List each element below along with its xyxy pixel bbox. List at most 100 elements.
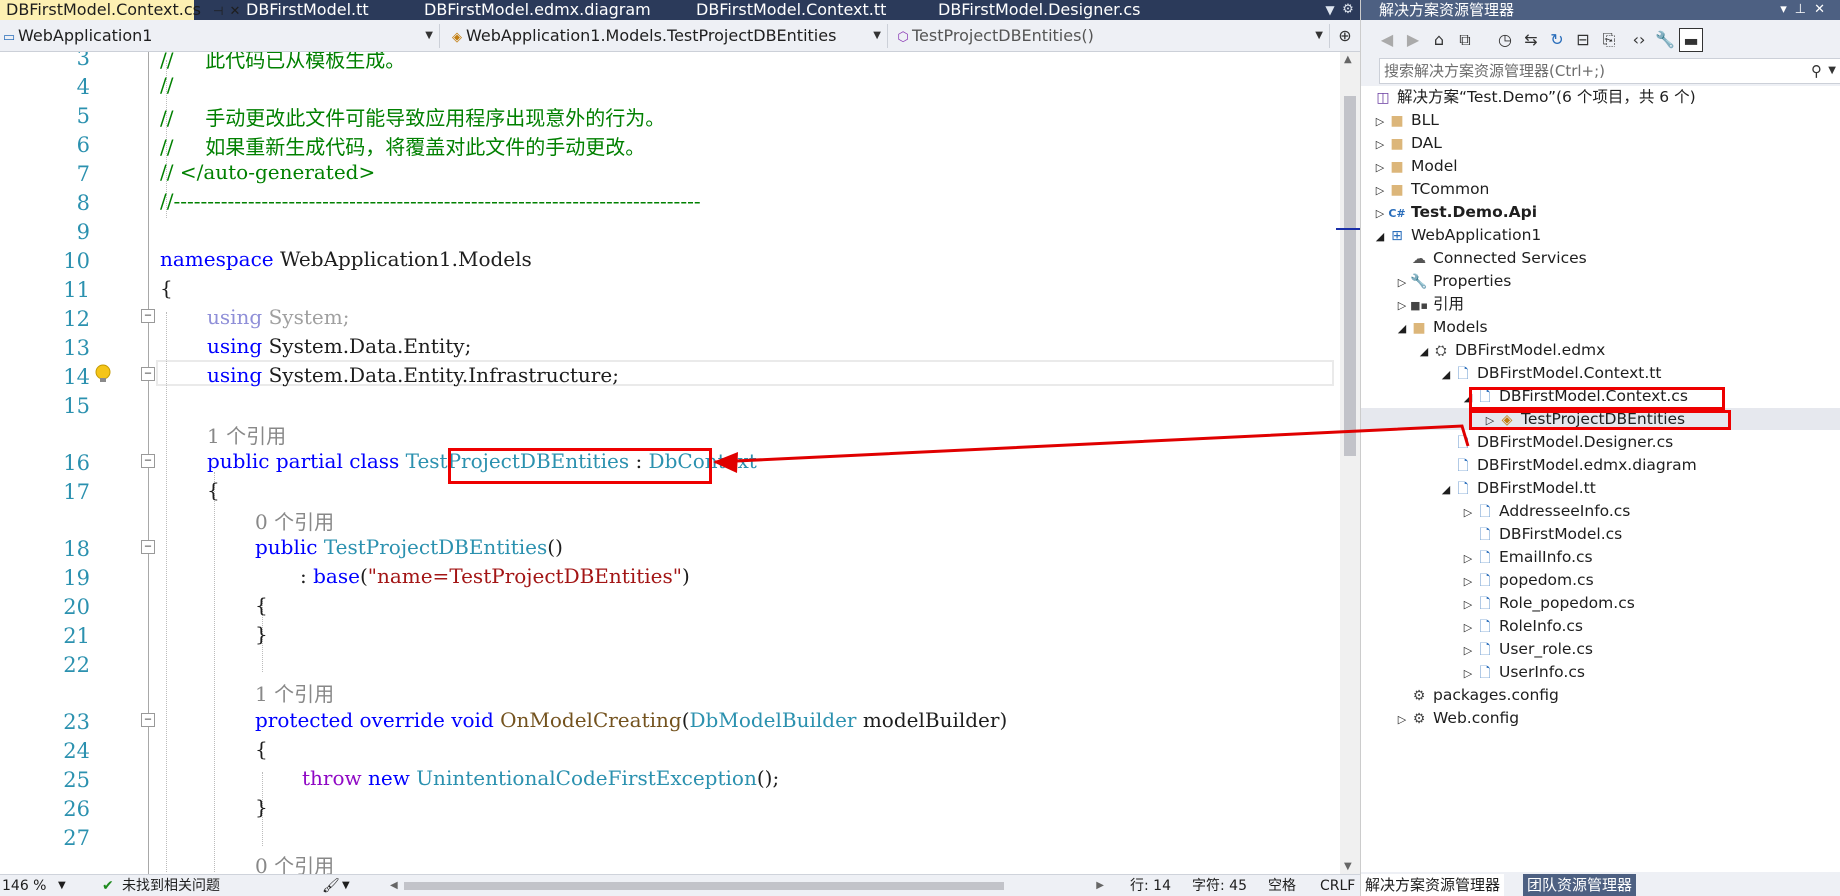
code-line[interactable]: { bbox=[255, 593, 268, 617]
expand-icon[interactable]: ▷ bbox=[1461, 640, 1475, 662]
tree-node-userinfo[interactable]: ▷ 🗋 UserInfo.cs bbox=[1461, 661, 1585, 683]
tab-dbfirstmodel-context-cs[interactable]: DBFirstModel.Context.cs ⊣ ✕ bbox=[0, 0, 240, 20]
tree-node-references[interactable]: ▷ ■▪ 引用 bbox=[1395, 293, 1464, 315]
code-line[interactable]: // 此代码已从模板生成。 bbox=[160, 52, 405, 73]
expand-icon[interactable]: ▷ bbox=[1373, 111, 1387, 133]
tab-overflow-icon[interactable]: ▼ bbox=[1322, 0, 1338, 20]
expand-icon[interactable]: ▷ bbox=[1461, 617, 1475, 639]
code-line[interactable]: // 如果重新生成代码，将覆盖对此文件的手动更改。 bbox=[160, 131, 645, 160]
collapse-icon[interactable]: ◢ bbox=[1417, 341, 1431, 363]
line-ending-indicator[interactable]: CRLF bbox=[1320, 875, 1355, 896]
tree-node-dbfirstmodel-cs[interactable]: 🗋 DBFirstModel.cs bbox=[1461, 523, 1622, 545]
code-line[interactable]: { bbox=[160, 276, 173, 300]
horizontal-scrollbar[interactable]: ◀ ▶ bbox=[390, 880, 1104, 891]
tree-node-designer-cs[interactable]: 🗋 DBFirstModel.Designer.cs bbox=[1439, 431, 1673, 453]
code-line[interactable]: namespace WebApplication1.Models bbox=[160, 247, 532, 271]
tab-solution-explorer[interactable]: 解决方案资源管理器 bbox=[1361, 874, 1505, 896]
indent-indicator[interactable]: 空格 bbox=[1268, 875, 1296, 896]
close-icon[interactable]: ✕ bbox=[229, 4, 240, 19]
scrollbar-thumb[interactable] bbox=[1344, 96, 1356, 456]
code-line[interactable]: // 手动更改此文件可能导致应用程序出现意外的行为。 bbox=[160, 102, 665, 131]
search-icon[interactable]: ⚲ bbox=[1811, 59, 1822, 83]
line-indicator[interactable]: 行: 14 bbox=[1130, 875, 1171, 896]
expand-icon[interactable]: ▷ bbox=[1373, 157, 1387, 179]
collapse-icon[interactable]: ◢ bbox=[1439, 364, 1453, 386]
code-line[interactable]: { bbox=[255, 737, 268, 761]
view-code-icon[interactable]: ‹› bbox=[1627, 28, 1651, 52]
pending-changes-icon[interactable]: ◷ bbox=[1493, 28, 1517, 52]
tree-node-popedom[interactable]: ▷ 🗋 popedom.cs bbox=[1461, 569, 1594, 591]
refresh-icon[interactable]: ↻ bbox=[1545, 28, 1569, 52]
pin-icon[interactable]: ⊣ bbox=[213, 4, 223, 18]
char-indicator[interactable]: 字符: 45 bbox=[1192, 875, 1247, 896]
scrollbar-thumb[interactable] bbox=[404, 882, 1004, 890]
fold-toggle[interactable]: − bbox=[141, 309, 155, 323]
project-dropdown[interactable]: ▭ WebApplication1 ▼ bbox=[0, 24, 440, 48]
code-line[interactable]: //--------------------------------------… bbox=[160, 189, 701, 213]
expand-icon[interactable]: ▷ bbox=[1395, 272, 1409, 294]
tree-node-user-role[interactable]: ▷ 🗋 User_role.cs bbox=[1461, 638, 1593, 660]
code-line[interactable]: // bbox=[160, 73, 173, 97]
collapse-icon[interactable]: ◢ bbox=[1395, 318, 1409, 340]
code-line[interactable]: : base("name=TestProjectDBEntities") bbox=[300, 564, 690, 588]
fold-toggle[interactable]: − bbox=[141, 540, 155, 554]
codelens-references[interactable]: 1 个引用 bbox=[207, 420, 286, 449]
expand-icon[interactable]: ▷ bbox=[1373, 203, 1387, 225]
sync-icon[interactable]: ⇆ bbox=[1519, 28, 1543, 52]
chevron-down-icon[interactable]: ▼ bbox=[1828, 59, 1836, 83]
preview-icon[interactable]: ▬ bbox=[1679, 28, 1703, 52]
chevron-down-icon[interactable]: ▼ bbox=[58, 875, 66, 896]
back-icon[interactable]: ◀ bbox=[1375, 28, 1399, 52]
codelens-references[interactable]: 0 个引用 bbox=[255, 506, 334, 535]
issues-status[interactable]: 未找到相关问题 bbox=[122, 875, 220, 896]
zoom-level[interactable]: 146 % bbox=[2, 875, 46, 896]
expand-icon[interactable]: ▷ bbox=[1461, 663, 1475, 685]
pin-icon[interactable]: ⊥ bbox=[1795, 2, 1814, 17]
tab-dbfirstmodel-tt[interactable]: DBFirstModel.tt bbox=[240, 0, 410, 20]
tree-node-context-tt[interactable]: ◢ 🗋 DBFirstModel.Context.tt bbox=[1439, 362, 1662, 386]
code-line[interactable]: { bbox=[207, 478, 220, 502]
tree-node-connected-services[interactable]: ☁ Connected Services bbox=[1395, 247, 1587, 269]
chevron-down-icon[interactable]: ▼ bbox=[342, 875, 350, 896]
tree-node-model[interactable]: ▷ ■ Model bbox=[1373, 155, 1458, 177]
expand-icon[interactable]: ▷ bbox=[1461, 548, 1475, 570]
scroll-up-icon[interactable]: ▲ bbox=[1344, 54, 1352, 65]
code-line[interactable]: // </auto-generated> bbox=[160, 160, 375, 184]
tree-node-addresseeinfo[interactable]: ▷ 🗋 AddresseeInfo.cs bbox=[1461, 500, 1631, 524]
code-line[interactable]: using System.Data.Entity; bbox=[207, 334, 471, 358]
gear-icon[interactable]: ⚙ bbox=[1340, 0, 1356, 20]
fold-toggle[interactable]: − bbox=[141, 367, 155, 381]
fold-toggle[interactable]: − bbox=[141, 713, 155, 727]
tree-node-edmx[interactable]: ◢ ⛭ DBFirstModel.edmx bbox=[1417, 339, 1606, 363]
wrench-icon[interactable]: 🔧 bbox=[1653, 28, 1677, 52]
type-dropdown[interactable]: ◈ WebApplication1.Models.TestProjectDBEnt… bbox=[448, 24, 888, 48]
tab-team-explorer[interactable]: 团队资源管理器 bbox=[1523, 874, 1637, 896]
tree-node-webapplication1[interactable]: ◢ ⊞ WebApplication1 bbox=[1373, 224, 1542, 246]
codelens-references[interactable]: 1 个引用 bbox=[255, 678, 334, 707]
tree-node-emailinfo[interactable]: ▷ 🗋 EmailInfo.cs bbox=[1461, 546, 1593, 568]
tab-dbfirstmodel-designer-cs[interactable]: DBFirstModel.Designer.cs bbox=[932, 0, 1172, 20]
tree-node-edmx-diagram[interactable]: 🗋 DBFirstModel.edmx.diagram bbox=[1439, 454, 1696, 476]
code-line[interactable]: protected override void OnModelCreating(… bbox=[255, 708, 1007, 732]
tree-node-dal[interactable]: ▷ ■ DAL bbox=[1373, 132, 1442, 154]
forward-icon[interactable]: ▶ bbox=[1401, 28, 1425, 52]
tree-node-test-demo-api[interactable]: ▷ C# Test.Demo.Api bbox=[1373, 201, 1537, 223]
tree-node-model-tt[interactable]: ◢ 🗋 DBFirstModel.tt bbox=[1439, 477, 1596, 499]
tree-node-properties[interactable]: ▷ 🔧 Properties bbox=[1395, 270, 1512, 294]
tree-node-bll[interactable]: ▷ ■ BLL bbox=[1373, 109, 1439, 131]
expand-icon[interactable]: ▷ bbox=[1395, 295, 1409, 317]
switch-views-icon[interactable]: ⧉ bbox=[1453, 28, 1477, 52]
scroll-right-icon[interactable]: ▶ bbox=[1096, 875, 1104, 896]
tree-node-role-popedom[interactable]: ▷ 🗋 Role_popedom.cs bbox=[1461, 592, 1635, 614]
tree-node-packages-config[interactable]: ⚙ packages.config bbox=[1395, 684, 1559, 706]
expand-icon[interactable]: ▷ bbox=[1373, 134, 1387, 156]
member-dropdown[interactable]: ⬡ TestProjectDBEntities() ▼ bbox=[894, 24, 1330, 48]
tab-dbfirstmodel-context-tt[interactable]: DBFirstModel.Context.tt bbox=[690, 0, 930, 20]
code-line[interactable]: throw new UnintentionalCodeFirstExceptio… bbox=[302, 766, 779, 790]
tab-dbfirstmodel-edmx-diagram[interactable]: DBFirstModel.edmx.diagram bbox=[418, 0, 678, 20]
tree-node-web-config[interactable]: ▷ ⚙ Web.config bbox=[1395, 707, 1519, 729]
tree-node-tcommon[interactable]: ▷ ■ TCommon bbox=[1373, 178, 1490, 200]
solution-explorer-search-input[interactable]: 搜索解决方案资源管理器(Ctrl+;) ⚲ ▼ bbox=[1379, 58, 1840, 84]
lightbulb-icon[interactable] bbox=[94, 364, 112, 384]
expand-icon[interactable]: ▷ bbox=[1461, 502, 1475, 524]
